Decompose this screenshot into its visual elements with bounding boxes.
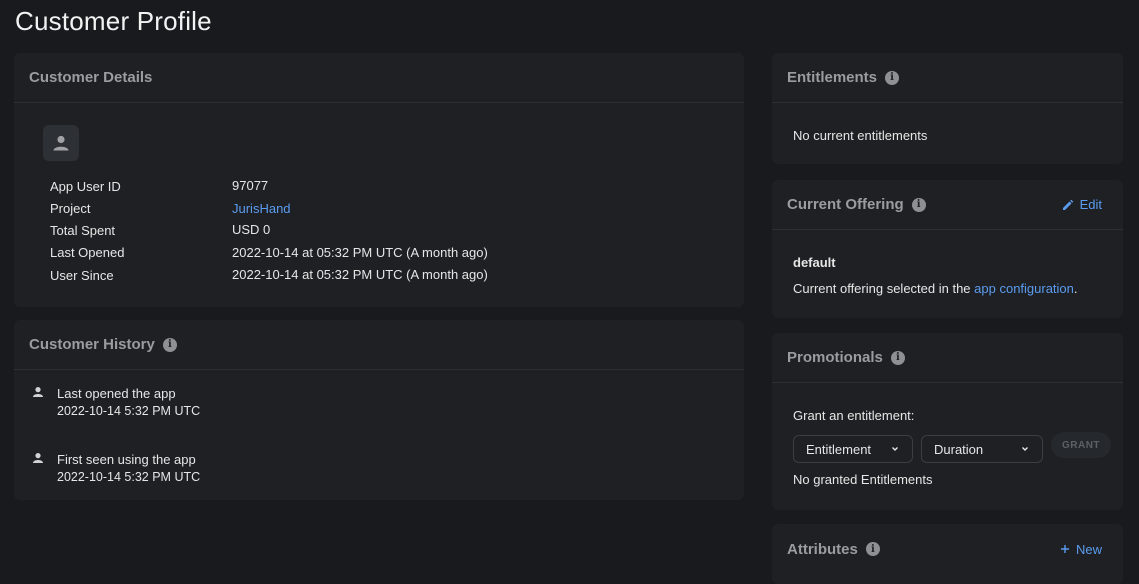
pencil-icon: [1062, 199, 1073, 210]
detail-label-user-since: User Since: [50, 268, 114, 283]
current-offering-title: Current Offering: [787, 196, 904, 213]
promotionals-header: Promotionals i: [772, 333, 1123, 383]
history-item-title: First seen using the app: [57, 452, 196, 467]
offering-description-suffix: .: [1073, 281, 1078, 296]
detail-label-app-user-id: App User ID: [50, 179, 121, 194]
avatar: [43, 125, 79, 161]
user-icon: [33, 453, 43, 463]
history-item-title: Last opened the app: [57, 386, 176, 401]
detail-value-user-since: 2022-10-14 at 05:32 PM UTC (A month ago): [232, 267, 488, 282]
promotionals-card: Promotionals i Grant an entitlement: Ent…: [772, 333, 1123, 510]
app-configuration-link[interactable]: app configuration: [974, 281, 1074, 296]
entitlement-select[interactable]: Entitlement: [793, 435, 913, 463]
attributes-title: Attributes: [787, 540, 858, 558]
info-icon[interactable]: i: [885, 70, 900, 85]
offering-description-prefix: Current offering selected in the: [793, 281, 975, 296]
duration-select[interactable]: Duration: [921, 435, 1043, 463]
info-icon[interactable]: i: [911, 197, 926, 212]
customer-history-header: Customer History i: [14, 320, 744, 370]
customer-history-title: Customer History: [29, 336, 155, 353]
entitlements-title: Entitlements: [787, 69, 878, 86]
detail-label-project: Project: [50, 201, 91, 216]
chevron-down-icon: [892, 447, 898, 451]
history-item-time: 2022-10-14 5:32 PM UTC: [57, 404, 201, 418]
page-title: Customer Profile: [15, 6, 212, 36]
entitlements-header: Entitlements i: [772, 53, 1123, 103]
customer-details-header: Customer Details: [14, 53, 744, 103]
customer-history-card: Customer History i Last opened the app 2…: [14, 320, 744, 500]
entitlement-select-value: Entitlement: [806, 441, 872, 457]
chevron-down-icon: [1022, 447, 1028, 451]
current-offering-header: Current Offering i Edit: [772, 180, 1123, 230]
customer-details-title: Customer Details: [29, 69, 153, 86]
project-link[interactable]: JurisHand: [232, 201, 291, 216]
attributes-card: Attributes i New: [772, 524, 1123, 584]
promotionals-title: Promotionals: [787, 349, 883, 366]
new-label: New: [1075, 541, 1102, 557]
grant-entitlement-label: Grant an entitlement:: [793, 408, 915, 423]
current-offering-card: Current Offering i Edit default Current …: [772, 180, 1123, 318]
entitlements-empty-text: No current entitlements: [793, 128, 928, 143]
detail-label-last-opened: Last Opened: [50, 245, 125, 260]
user-icon: [33, 387, 43, 397]
user-icon: [53, 135, 69, 151]
info-icon[interactable]: i: [162, 337, 177, 352]
offering-name: default: [793, 255, 836, 270]
attributes-header: Attributes i New: [772, 524, 1123, 574]
duration-select-value: Duration: [934, 441, 984, 457]
detail-value-total-spent: USD 0: [232, 222, 271, 237]
edit-label: Edit: [1079, 197, 1102, 212]
plus-icon: [1060, 545, 1069, 553]
new-attribute-button[interactable]: New: [1060, 542, 1102, 557]
offering-description: Current offering selected in the app con…: [793, 281, 1078, 296]
customer-details-card: Customer Details App User ID 97077 Proje…: [14, 53, 744, 307]
info-icon[interactable]: i: [865, 542, 880, 556]
promotionals-empty-text: No granted Entitlements: [793, 472, 933, 487]
entitlements-card: Entitlements i No current entitlements: [772, 53, 1123, 164]
edit-offering-button[interactable]: Edit: [1062, 197, 1102, 212]
detail-value-last-opened: 2022-10-14 at 05:32 PM UTC (A month ago): [232, 245, 488, 260]
info-icon[interactable]: i: [890, 350, 905, 365]
history-item-time: 2022-10-14 5:32 PM UTC: [57, 470, 201, 484]
detail-value-app-user-id: 97077: [232, 178, 269, 193]
detail-label-total-spent: Total Spent: [50, 223, 116, 238]
grant-button[interactable]: GRANT: [1051, 432, 1111, 458]
